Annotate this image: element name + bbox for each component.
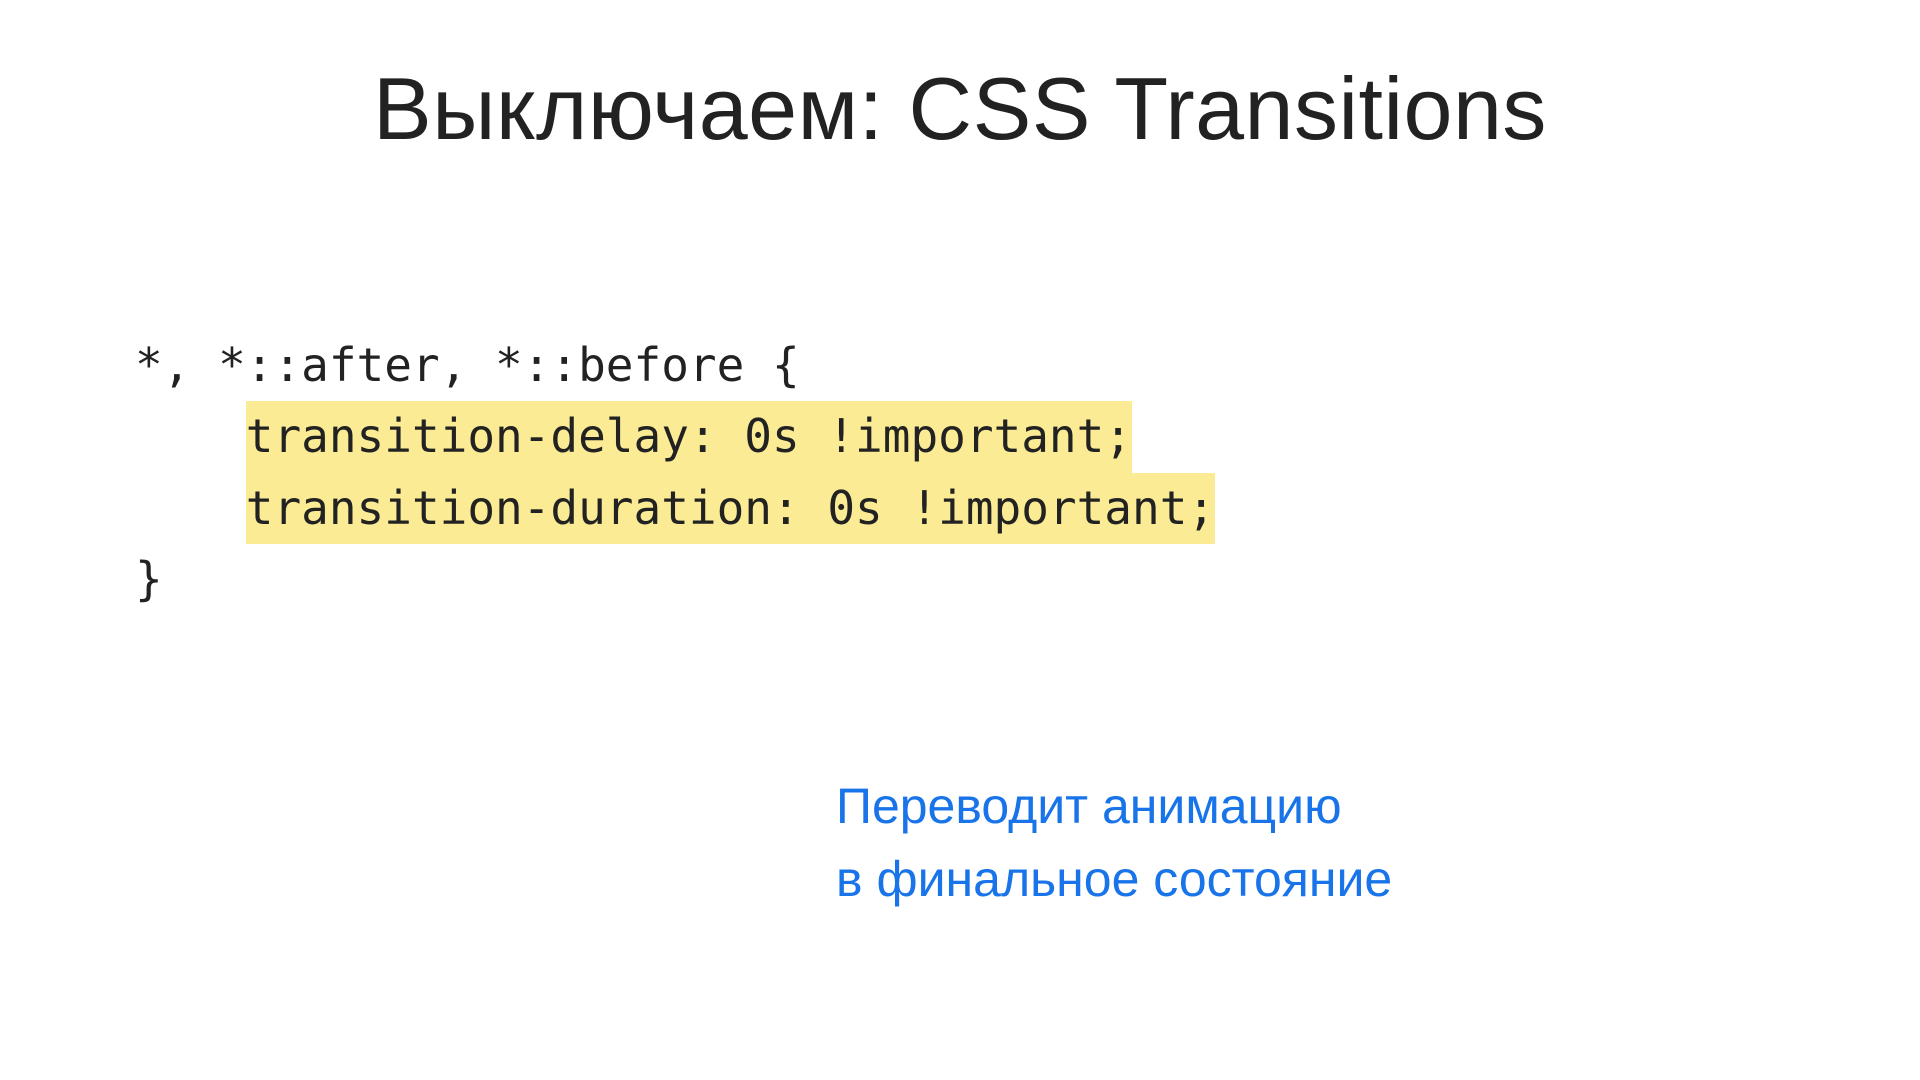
code-indent: [135, 409, 246, 463]
caption: Переводит анимацию в финальное состояние: [836, 770, 1392, 915]
slide-title: Выключаем: CSS Transitions: [0, 58, 1920, 160]
code-line-selector: *, *::after, *::before {: [135, 338, 800, 392]
caption-line-1: Переводит анимацию: [836, 770, 1392, 843]
code-line-close: }: [135, 552, 163, 606]
code-highlight-delay: transition-delay: 0s !important;: [246, 401, 1132, 472]
code-block: *, *::after, *::before { transition-dela…: [135, 330, 1215, 615]
code-indent: [135, 481, 246, 535]
code-highlight-duration: transition-duration: 0s !important;: [246, 473, 1215, 544]
caption-line-2: в финальное состояние: [836, 843, 1392, 916]
